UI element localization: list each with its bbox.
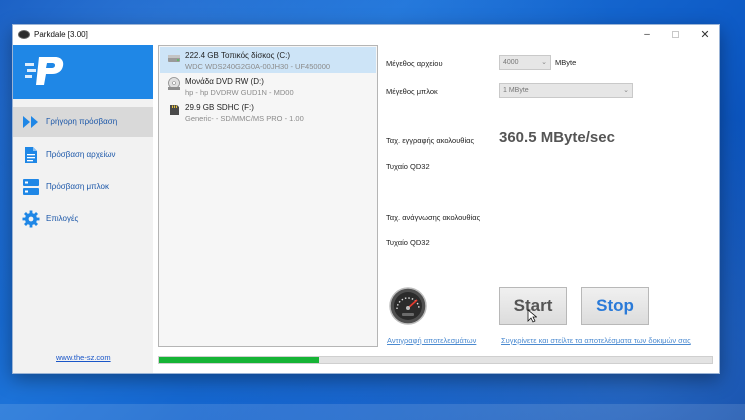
- drive-name: 29.9 GB SDHC (F:): [185, 103, 254, 112]
- drive-detail: hp - hp DVDRW GUD1N - MD00: [185, 88, 294, 97]
- seq-write-value: 360.5 MByte/sec: [499, 129, 615, 146]
- copy-results-link[interactable]: Αντιγραφή αποτελεσμάτων: [387, 336, 476, 345]
- nav-label: Γρήγορη πρόσβαση: [46, 117, 118, 126]
- document-icon: [25, 147, 37, 163]
- minimize-button[interactable]: –: [633, 27, 661, 43]
- nav-label: Πρόσβαση μπλοκ: [46, 182, 110, 191]
- file-size-unit: MByte: [555, 58, 577, 67]
- hard-drive-icon: [168, 55, 180, 62]
- close-button[interactable]: ✕: [691, 27, 719, 43]
- website-link[interactable]: www.the-sz.com: [56, 353, 111, 362]
- block-size-select[interactable]: 1 MByte ⌄: [499, 83, 633, 98]
- progress-bar: [158, 356, 713, 364]
- dvd-drive-icon: [168, 77, 180, 90]
- nav-item-options[interactable]: Επιλογές: [13, 204, 153, 234]
- app-icon: [18, 30, 30, 39]
- drive-item-d[interactable]: Μονάδα DVD RW (D:) hp - hp DVDRW GUD1N -…: [160, 73, 376, 99]
- block-size-value: 1 MByte: [503, 87, 529, 94]
- fast-forward-icon: [23, 116, 38, 128]
- submit-results-link[interactable]: Συγκρίνετε και στείλτε τα αποτελέσματα τ…: [501, 336, 691, 345]
- block-size-label: Μέγεθος μπλοκ: [386, 87, 438, 96]
- nav-item-block-access[interactable]: Πρόσβαση μπλοκ: [13, 172, 153, 202]
- nav-item-file-access[interactable]: Πρόσβαση αρχείων: [13, 140, 153, 170]
- sidebar: Γρήγορη πρόσβαση Πρόσβαση αρχείων Πρόσβα…: [13, 45, 153, 373]
- maximize-icon: [671, 30, 679, 38]
- chevron-down-icon: ⌄: [623, 87, 629, 94]
- progress-fill: [159, 357, 320, 363]
- parkdale-logo-icon: [25, 57, 64, 85]
- file-size-value: 4000: [503, 59, 519, 66]
- window-title: Parkdale [3.00]: [34, 30, 88, 39]
- maximize-button[interactable]: [661, 27, 689, 43]
- drive-item-c[interactable]: 222.4 GB Τοπικός δίσκος (C:) WDC WDS240G…: [160, 47, 376, 73]
- nav-label: Επιλογές: [46, 214, 79, 223]
- desktop-bottom-edge: [0, 404, 745, 420]
- gear-icon: [22, 210, 40, 228]
- mouse-cursor-icon: [527, 309, 537, 323]
- drive-name: Μονάδα DVD RW (D:): [185, 77, 264, 86]
- drive-detail: WDC WDS240G2G0A-00JH30 - UF450000: [185, 62, 331, 71]
- drive-detail: Generic- - SD/MMC/MS PRO - 1.00: [185, 114, 304, 123]
- sd-card-icon: [170, 105, 179, 115]
- drive-item-f[interactable]: 29.9 GB SDHC (F:) Generic- - SD/MMC/MS P…: [160, 99, 376, 125]
- app-window: Parkdale [3.00] – ✕ Γρήγορη πρόσβαση Πρό…: [12, 24, 720, 374]
- random-read-label: Τυχαίο QD32: [386, 238, 430, 247]
- title-bar[interactable]: Parkdale [3.00] – ✕: [13, 25, 719, 45]
- drive-name: 222.4 GB Τοπικός δίσκος (C:): [185, 51, 291, 60]
- random-write-label: Τυχαίο QD32: [386, 162, 430, 171]
- speedometer-icon: [389, 287, 427, 325]
- nav-label: Πρόσβαση αρχείων: [46, 150, 116, 159]
- file-size-label: Μέγεθος αρχείου: [386, 59, 443, 68]
- nav-item-quick-access[interactable]: Γρήγορη πρόσβαση: [13, 107, 153, 137]
- file-size-select[interactable]: 4000 ⌄: [499, 55, 551, 70]
- logo-band: [13, 45, 153, 99]
- chevron-down-icon: ⌄: [541, 59, 547, 66]
- drive-list[interactable]: 222.4 GB Τοπικός δίσκος (C:) WDC WDS240G…: [158, 45, 378, 347]
- seq-read-label: Ταχ. ανάγνωσης ακολουθίας: [386, 213, 481, 222]
- blocks-icon: [23, 179, 39, 195]
- stop-button[interactable]: Stop: [581, 287, 649, 325]
- seq-write-label: Ταχ. εγγραφής ακολουθίας: [386, 136, 475, 145]
